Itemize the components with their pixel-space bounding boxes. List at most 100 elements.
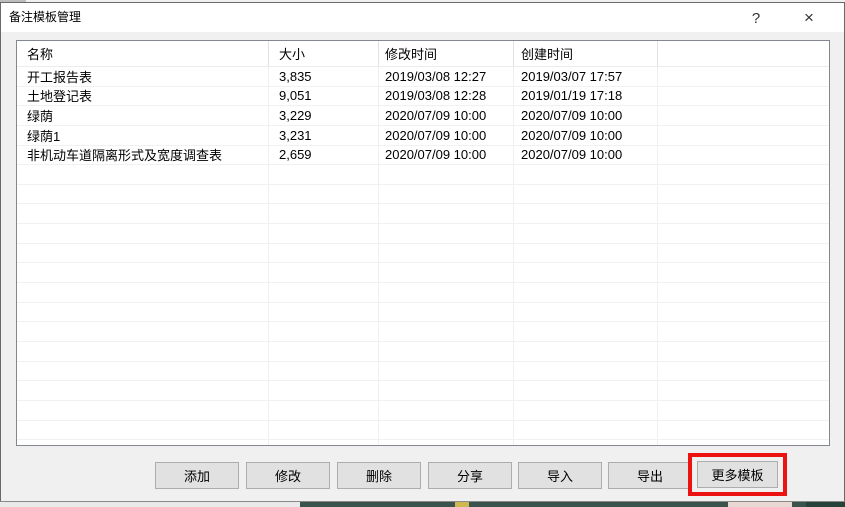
cell-empty (658, 381, 829, 400)
table-row-empty (17, 421, 829, 441)
table-body: 开工报告表3,8352019/03/08 12:272019/03/07 17:… (17, 67, 829, 446)
cell-name: 开工报告表 (17, 67, 269, 86)
cell-empty (658, 283, 829, 302)
table-row-empty (17, 362, 829, 382)
table-row-empty (17, 283, 829, 303)
cell-empty (17, 185, 269, 204)
cell-empty (379, 303, 514, 322)
button-export[interactable]: 导出 (608, 462, 692, 489)
cell-empty (658, 224, 829, 243)
cell-empty (658, 303, 829, 322)
table-row-empty (17, 165, 829, 185)
table-row-empty (17, 244, 829, 264)
cell-empty (379, 322, 514, 341)
cell-empty (658, 185, 829, 204)
cell-empty (379, 421, 514, 440)
cell-empty (514, 401, 658, 420)
cell-empty (379, 165, 514, 184)
column-header-modified[interactable]: 修改时间 (379, 41, 514, 66)
cell-empty (17, 224, 269, 243)
cell-empty (514, 283, 658, 302)
cell-empty (17, 165, 269, 184)
column-header-name[interactable]: 名称 (17, 41, 269, 66)
background-segment (806, 502, 845, 507)
column-header-extra[interactable] (658, 41, 829, 66)
table-row-empty (17, 401, 829, 421)
column-header-created[interactable]: 创建时间 (514, 41, 658, 66)
cell-created: 2019/01/19 17:18 (514, 87, 658, 106)
button-add[interactable]: 添加 (155, 462, 239, 489)
table-row[interactable]: 绿荫13,2312020/07/09 10:002020/07/09 10:00 (17, 126, 829, 146)
cell-empty (17, 303, 269, 322)
table-row-empty (17, 440, 829, 446)
cell-empty (269, 283, 379, 302)
cell-empty (514, 381, 658, 400)
cell-empty (379, 224, 514, 243)
cell-size: 3,835 (269, 67, 379, 86)
background-segment (455, 502, 469, 507)
cell-size: 2,659 (269, 146, 379, 165)
cell-empty (269, 381, 379, 400)
table-row[interactable]: 非机动车道隔离形式及宽度调查表2,6592020/07/09 10:002020… (17, 146, 829, 166)
button-share[interactable]: 分享 (428, 462, 512, 489)
cell-extra (658, 106, 829, 125)
close-icon[interactable]: × (794, 7, 824, 29)
cell-empty (658, 204, 829, 223)
highlight-annotation-box: 更多模板 (688, 453, 787, 496)
cell-modified: 2020/07/09 10:00 (379, 126, 514, 145)
cell-empty (658, 362, 829, 381)
cell-empty (269, 244, 379, 263)
cell-empty (17, 322, 269, 341)
button-modify[interactable]: 修改 (246, 462, 330, 489)
cell-empty (269, 224, 379, 243)
cell-empty (379, 440, 514, 446)
column-header-size[interactable]: 大小 (269, 41, 379, 66)
cell-empty (269, 362, 379, 381)
cell-empty (658, 421, 829, 440)
table-row[interactable]: 绿荫3,2292020/07/09 10:002020/07/09 10:00 (17, 106, 829, 126)
cell-empty (658, 440, 829, 446)
table-row-empty (17, 322, 829, 342)
cell-empty (379, 185, 514, 204)
cell-empty (379, 342, 514, 361)
cell-created: 2020/07/09 10:00 (514, 146, 658, 165)
cell-empty (379, 362, 514, 381)
table-row-empty (17, 303, 829, 323)
cell-empty (269, 185, 379, 204)
cell-empty (269, 204, 379, 223)
cell-empty (17, 342, 269, 361)
cell-modified: 2019/03/08 12:27 (379, 67, 514, 86)
cell-modified: 2020/07/09 10:00 (379, 146, 514, 165)
cell-created: 2019/03/07 17:57 (514, 67, 658, 86)
cell-empty (514, 342, 658, 361)
help-icon[interactable]: ? (741, 7, 771, 29)
cell-empty (17, 362, 269, 381)
cell-empty (514, 185, 658, 204)
button-more-templates[interactable]: 更多模板 (697, 461, 778, 488)
cell-empty (379, 244, 514, 263)
table-row[interactable]: 土地登记表9,0512019/03/08 12:282019/01/19 17:… (17, 87, 829, 107)
cell-empty (379, 263, 514, 282)
cell-extra (658, 67, 829, 86)
cell-extra (658, 87, 829, 106)
cell-modified: 2020/07/09 10:00 (379, 106, 514, 125)
cell-empty (514, 263, 658, 282)
cell-empty (379, 381, 514, 400)
cell-extra (658, 126, 829, 145)
cell-empty (514, 204, 658, 223)
cell-empty (379, 283, 514, 302)
cell-empty (658, 342, 829, 361)
cell-empty (17, 204, 269, 223)
table-row[interactable]: 开工报告表3,8352019/03/08 12:272019/03/07 17:… (17, 67, 829, 87)
cell-empty (17, 381, 269, 400)
cell-empty (514, 322, 658, 341)
cell-name: 土地登记表 (17, 87, 269, 106)
cell-empty (17, 421, 269, 440)
table-row-empty (17, 204, 829, 224)
cell-size: 3,229 (269, 106, 379, 125)
background-window-bottom-edge (0, 502, 845, 507)
button-delete[interactable]: 删除 (337, 462, 421, 489)
button-import[interactable]: 导入 (518, 462, 602, 489)
cell-created: 2020/07/09 10:00 (514, 126, 658, 145)
cell-empty (17, 244, 269, 263)
